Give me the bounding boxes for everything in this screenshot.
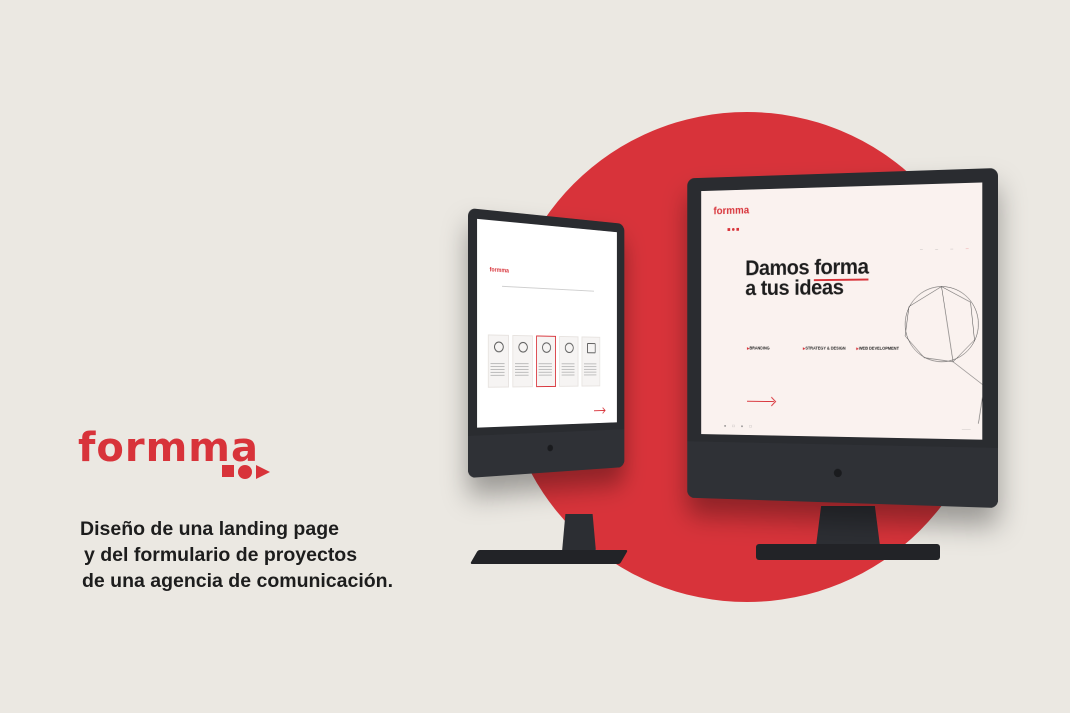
service-card[interactable] bbox=[559, 336, 578, 387]
small-monitor-screen: formma bbox=[477, 219, 617, 428]
progress-line bbox=[502, 286, 594, 292]
arrow-right-icon[interactable] bbox=[747, 401, 774, 402]
tagline-line-2: y del formulario de proyectos bbox=[80, 542, 440, 568]
strategy-icon bbox=[518, 342, 527, 353]
geometric-shape-illustration bbox=[896, 266, 983, 424]
contact-email: ——— bbox=[962, 427, 971, 431]
service-card[interactable] bbox=[536, 335, 556, 387]
big-monitor-stand bbox=[756, 506, 946, 562]
screen-nav: — — — — bbox=[908, 247, 968, 252]
big-monitor: formma — — — — Damos forma a tus ideas B… bbox=[687, 168, 998, 508]
hero-description bbox=[747, 307, 866, 308]
service-card[interactable] bbox=[512, 335, 532, 387]
screen-logo: formma bbox=[713, 205, 749, 217]
linkedin-icon[interactable]: □ bbox=[749, 424, 754, 429]
service-branding: BRANDING bbox=[747, 346, 799, 351]
brand-icon bbox=[494, 341, 504, 352]
service-title: BRANDING bbox=[747, 346, 799, 351]
nav-item[interactable]: — bbox=[935, 247, 938, 251]
service-title: STRATEGY & DESIGN bbox=[803, 346, 856, 351]
nav-item[interactable]: — bbox=[966, 247, 969, 251]
nav-item[interactable]: — bbox=[950, 247, 953, 251]
instagram-icon[interactable]: □ bbox=[732, 423, 737, 428]
big-monitor-screen: formma — — — — Damos forma a tus ideas B… bbox=[701, 182, 982, 439]
web-icon bbox=[587, 343, 596, 353]
twitter-icon[interactable]: ● bbox=[724, 423, 729, 428]
tagline: Diseño de una landing page y del formula… bbox=[80, 516, 440, 594]
brand-logo: formma bbox=[78, 428, 278, 468]
design-icon bbox=[542, 342, 551, 353]
nav-item[interactable]: — bbox=[920, 247, 923, 251]
arrow-right-icon[interactable] bbox=[594, 410, 605, 411]
social-links: ● □ ● □ bbox=[724, 423, 754, 428]
hero-heading: Damos forma a tus ideas bbox=[745, 256, 868, 298]
apple-icon: ● bbox=[468, 429, 624, 462]
tagline-line-3: de una agencia de comunicación. bbox=[80, 568, 440, 594]
marketing-icon bbox=[565, 343, 574, 353]
small-screen-logo: formma bbox=[490, 267, 509, 274]
facebook-icon[interactable]: ● bbox=[741, 423, 746, 428]
hero-line-2: a tus ideas bbox=[745, 275, 843, 300]
apple-icon: ● bbox=[687, 441, 998, 489]
service-card[interactable] bbox=[488, 334, 509, 387]
service-strategy: STRATEGY & DESIGN bbox=[803, 346, 856, 351]
screen-logo-shapes-icon bbox=[728, 218, 744, 222]
logo-shapes-icon bbox=[222, 465, 274, 481]
small-monitor: formma ● bbox=[468, 208, 624, 528]
tagline-line-1: Diseño de una landing page bbox=[80, 516, 440, 542]
service-card[interactable] bbox=[582, 336, 601, 386]
service-cards bbox=[488, 334, 611, 387]
